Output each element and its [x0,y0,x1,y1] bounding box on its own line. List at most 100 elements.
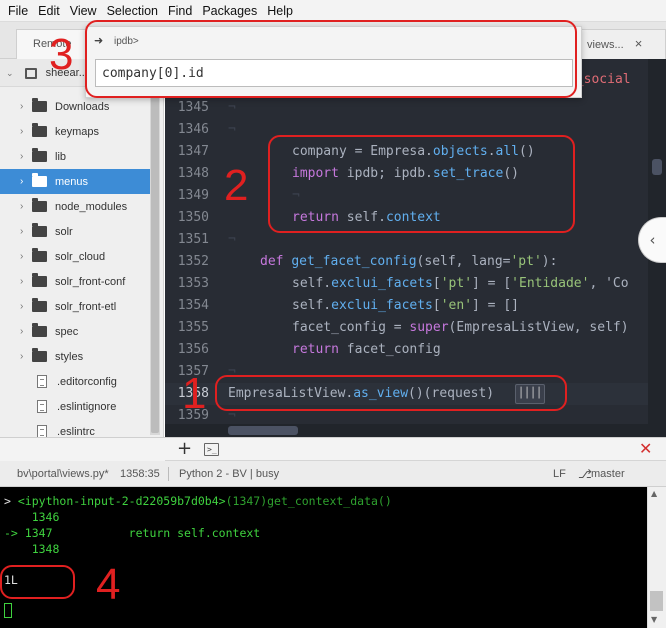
menu-bar: File Edit View Selection Find Packages H… [0,0,666,22]
tree-item-label: keymaps [55,125,100,138]
folder-icon [32,248,47,262]
add-terminal-button[interactable]: + [177,439,192,459]
line-number: 1345 [177,100,209,115]
tree-item[interactable]: .editorconfig [0,369,150,394]
status-divider [168,467,169,481]
code-line: self.exclui_facets['pt'] = ['Entidade', … [292,276,629,291]
menu-find[interactable]: Find [163,0,197,22]
terminal-current-arrow: -> [4,526,18,540]
line-number: 1350 [177,210,209,225]
annotation-box-4 [0,565,75,599]
folder-icon [32,298,47,312]
tree-item[interactable]: › spec [0,319,150,344]
line-number: 1347 [177,144,209,159]
tab-close-icon[interactable]: × [635,36,643,51]
status-interpreter[interactable]: Python 2 - BV | busy [179,461,279,487]
line-number: 1351 [177,232,209,247]
tree-item[interactable]: › solr_cloud [0,244,150,269]
status-bar: bv\portal\views.py* 1358:35 Python 2 - B… [0,461,666,487]
annotation-number-3: 3 [49,30,74,79]
tree-item[interactable]: .eslintrc [0,419,150,437]
tree-item[interactable]: › node_modules [0,194,150,219]
status-cursor-position[interactable]: 1358:35 [120,461,160,487]
line-number: 1352 [177,254,209,269]
repository-icon [24,67,37,79]
menu-packages[interactable]: Packages [197,0,262,22]
menu-edit[interactable]: Edit [33,0,65,22]
file-icon [37,425,47,437]
terminal-line-number: 1346 [31,510,60,524]
annotation-number-1: 1 [182,369,207,418]
close-terminal-button[interactable]: ✕ [639,439,652,459]
tree-item-label: spec [55,325,79,338]
terminal-current-line: -> 1347 return self.context [4,525,260,541]
terminal-line-number: 1347 [24,526,53,540]
chevron-right-icon[interactable]: › [0,101,23,112]
chevron-right-icon[interactable]: › [0,326,23,337]
file-icon [37,400,47,413]
terminal-toolbar-left [0,437,165,461]
status-line-ending[interactable]: LF [553,461,566,487]
annotation-number-4: 4 [96,560,121,609]
tree-item-label: .editorconfig [57,375,117,388]
git-branch-icon: ⎇ [578,467,592,481]
scroll-down-icon[interactable]: ▼ [651,615,657,624]
tab-views-label: views... [587,39,624,51]
tree-item-label: lib [55,150,67,163]
editor-vertical-scrollbar-thumb[interactable] [652,159,662,175]
tree-item[interactable]: › solr_front-conf [0,269,150,294]
tree-item-label: solr_front-conf [55,275,126,288]
terminal-frame-file: <ipython-input-2-d22059b7d0b4> [17,494,226,508]
tree-item[interactable]: › lib [0,144,150,169]
chevron-right-icon[interactable]: › [0,251,23,262]
folder-icon [32,198,47,212]
folder-icon [32,273,47,287]
chevron-right-icon[interactable]: › [0,126,23,137]
chevron-right-icon[interactable]: › [0,151,23,162]
tree-scrollbar-thumb[interactable] [151,95,159,433]
tree-item[interactable]: › menus [0,169,150,194]
status-git-branch[interactable]: master [591,461,625,487]
annotation-box-3 [85,20,577,98]
tree-item[interactable]: › solr_front-etl [0,294,150,319]
terminal-prompt: > [4,494,11,508]
menu-selection[interactable]: Selection [102,0,163,22]
tree-item-label: solr_front-etl [55,300,117,313]
terminal-toolbar: + >_ ✕ [165,437,666,461]
chevron-right-icon[interactable]: › [0,276,23,287]
chevron-right-icon[interactable]: › [0,176,23,187]
tree-item[interactable]: › solr [0,219,150,244]
terminal-line-number: 1348 [31,542,60,556]
terminal-frame-function: (1347)get_context_data() [225,494,392,508]
folder-icon [32,348,47,362]
tree-item-label: node_modules [55,200,128,213]
tree-item[interactable]: › keymaps [0,119,150,144]
tree-view: ⌄ sheear... › Downloads › keymaps › lib › menus… [0,59,164,437]
folder-icon [32,98,47,112]
code-line: ¬ [228,122,236,137]
tree-item-label: solr [55,225,73,238]
line-number: 1353 [177,276,209,291]
line-number: 1356 [177,342,209,357]
menu-view[interactable]: View [65,0,102,22]
tree-item[interactable]: › styles [0,344,150,369]
scroll-up-icon[interactable]: ▲ [651,489,657,498]
chevron-right-icon[interactable]: › [0,226,23,237]
status-file-path[interactable]: bv\portal\views.py* [17,461,109,487]
line-number: 1354 [177,298,209,313]
editor-horizontal-scrollbar-thumb[interactable] [228,426,298,435]
folder-icon [32,123,47,137]
chevron-right-icon[interactable]: › [0,351,23,362]
folder-icon [32,323,47,337]
menu-file[interactable]: File [0,0,33,22]
tree-item-label: Downloads [55,100,110,113]
code-line: ¬ [228,232,236,247]
terminal-scrollbar-thumb[interactable] [650,591,663,611]
line-number: 1349 [177,188,209,203]
menu-help[interactable]: Help [262,0,298,22]
chevron-down-icon[interactable]: ⌄ [6,68,14,78]
tree-item[interactable]: .eslintignore [0,394,150,419]
chevron-right-icon[interactable]: › [0,201,23,212]
terminal-icon[interactable]: >_ [204,443,219,456]
chevron-right-icon[interactable]: › [0,301,23,312]
